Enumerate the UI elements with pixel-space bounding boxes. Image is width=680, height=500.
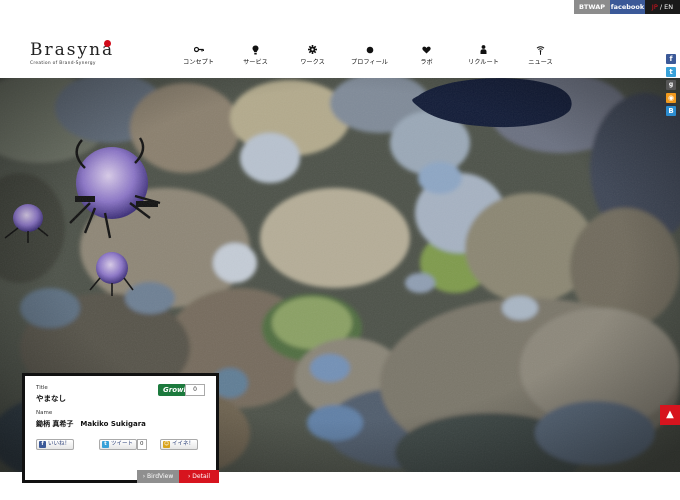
nav-item-lab[interactable]: ラボ: [398, 44, 455, 66]
title-label: Title: [36, 385, 48, 391]
name-label: Name: [36, 410, 53, 416]
heart-icon: [398, 44, 455, 55]
detail-button[interactable]: › Detail: [179, 470, 219, 483]
nav-item-works[interactable]: ワークス: [284, 44, 341, 66]
nav-item-recruit[interactable]: リクルート: [455, 44, 512, 66]
work-info-panel: Title やまなし Growl! 0 Name 鋤柄 真希子 Makiko S…: [22, 373, 219, 483]
bulb-icon: [227, 44, 284, 55]
birdview-button[interactable]: › BirdView: [137, 470, 179, 483]
lang-en[interactable]: EN: [664, 3, 673, 11]
tweet-count: 0: [137, 439, 147, 450]
nav-label: ワークス: [300, 59, 325, 66]
iine-label: イイネ！: [172, 441, 195, 447]
logo-name: Brasyna: [30, 40, 115, 60]
utility-bar: BTWAP facebook JP / EN: [574, 0, 680, 14]
btwap-link[interactable]: BTWAP: [574, 0, 610, 14]
twitter-icon[interactable]: t: [666, 67, 676, 77]
gear-icon: [284, 44, 341, 55]
twitter-icon: t: [102, 441, 109, 448]
hatena-icon[interactable]: B: [666, 106, 676, 116]
facebook-icon: f: [39, 441, 46, 448]
nav-item-news[interactable]: ニュース: [512, 44, 569, 66]
nav-label: サービス: [243, 59, 268, 66]
smile-icon: ☺: [163, 441, 170, 448]
name-value: 鋤柄 真希子 Makiko Sukigara: [36, 420, 146, 428]
nav-label: コンセプト: [183, 59, 214, 66]
key-icon: [170, 44, 227, 55]
title-value: やまなし: [36, 394, 66, 403]
nav-label: ニュース: [528, 59, 553, 66]
nav-label: リクルート: [468, 59, 499, 66]
person-icon: [455, 44, 512, 55]
nav-label: プロフィール: [350, 59, 388, 66]
nav-item-service[interactable]: サービス: [227, 44, 284, 66]
scroll-top-button[interactable]: ▲: [660, 405, 680, 425]
language-switch[interactable]: JP / EN: [645, 0, 680, 14]
nav-item-profile[interactable]: プロフィール: [341, 44, 398, 66]
like-label: いいね！: [48, 441, 71, 447]
nav-label: ラボ: [420, 59, 433, 66]
facebook-icon[interactable]: f: [666, 54, 676, 64]
nav-item-concept[interactable]: コンセプト: [170, 44, 227, 66]
wifi-icon: [512, 44, 569, 55]
share-sidebar: f t g ◉ B: [666, 54, 678, 116]
rss-icon[interactable]: ◉: [666, 93, 676, 103]
growl-count: 0: [185, 384, 205, 396]
main-nav: コンセプト サービス ワークス プロフィール ラボ リクルート ニュース: [170, 44, 569, 66]
site-logo[interactable]: Brasyna Creation of Brand-Synergy: [30, 40, 114, 66]
tweet-button[interactable]: t ツイート: [99, 439, 138, 450]
logo-dot: [104, 40, 111, 47]
logo-tagline: Creation of Brand-Synergy: [30, 61, 96, 66]
facebook-like-button[interactable]: f いいね！: [36, 439, 75, 450]
facebook-link[interactable]: facebook: [610, 0, 645, 14]
mixi-iine-button[interactable]: ☺ イイネ！: [160, 439, 199, 450]
dot-icon: [341, 44, 398, 55]
google-plus-icon[interactable]: g: [666, 80, 676, 90]
tweet-label: ツイート: [111, 441, 134, 447]
